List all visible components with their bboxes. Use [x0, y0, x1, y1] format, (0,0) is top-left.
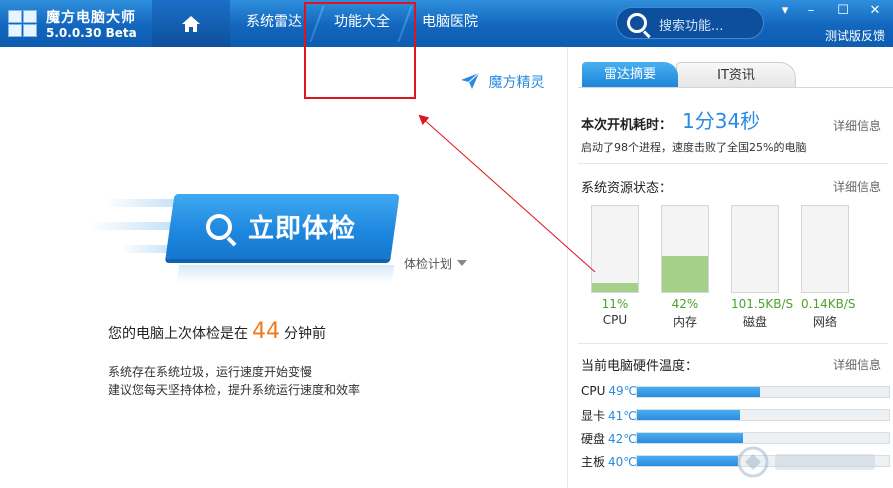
resource-name: 网络 [812, 315, 837, 329]
check-now-label: 立即体检 [248, 214, 357, 244]
resource-cpu: 11% CPU [591, 205, 639, 327]
last-check-prefix: 您的电脑上次体检是在 [108, 326, 248, 342]
temps-detail-link[interactable]: 详细信息 [833, 356, 881, 373]
highlight-box [304, 2, 416, 99]
boot-description: 启动了98个进程，速度击败了全国25%的电脑 [581, 141, 807, 154]
temp-bar-fill [637, 433, 743, 443]
divider [578, 163, 888, 164]
check-now-button[interactable]: 立即体检 [165, 194, 400, 259]
resource-bar-track [731, 205, 779, 293]
temp-bar-fill [637, 456, 738, 466]
radar-summary-panel: IT资讯 雷达摘要 本次开机耗时： 1分34秒 详细信息 启动了98个进程，速度… [567, 47, 893, 488]
resource-bar-track [591, 205, 639, 293]
resource-bar-fill [662, 255, 708, 292]
nav-home-button[interactable] [152, 0, 230, 47]
chevron-down-icon [457, 260, 468, 266]
resource-bar-track [801, 205, 849, 293]
temp-value: 40℃ [608, 455, 637, 469]
close-button[interactable]: ✕ [864, 2, 886, 20]
temp-name: 主板 [581, 455, 606, 469]
search-placeholder: 搜索功能... [659, 19, 724, 34]
check-plan-label: 体检计划 [404, 257, 453, 271]
app-name: 魔方电脑大师 [46, 10, 136, 26]
resource-value: 0.14KB/S [801, 297, 856, 311]
tab-system-radar[interactable]: 系统雷达 [234, 0, 314, 47]
temp-name: 显卡 [581, 409, 606, 423]
title-bar: 魔方电脑大师 5.0.0.30 Beta 系统雷达 功能大全 电脑医院 搜索功能… [0, 0, 893, 47]
temp-bar-fill [637, 387, 761, 397]
last-check-minutes: 44 [252, 319, 280, 344]
hint-text-2: 建议您每天坚持体检，提升系统运行速度和效率 [108, 383, 361, 397]
resource-network: 0.14KB/S 网络 [801, 205, 856, 330]
temp-gpu: 显卡 41℃ [581, 407, 893, 423]
magic-elf-link[interactable]: 魔方精灵 [460, 72, 544, 92]
resource-value: 101.5KB/S [731, 297, 794, 311]
resource-bar-fill [592, 282, 638, 292]
temp-name: 硬盘 [581, 432, 606, 446]
temp-bar-fill [637, 410, 741, 420]
magic-elf-label: 魔方精灵 [488, 75, 545, 91]
search-icon [206, 213, 232, 240]
temp-bar-track [636, 432, 890, 444]
temp-bar-track [636, 386, 890, 398]
boot-time-value: 1分34秒 [682, 109, 761, 133]
hint-text-1: 系统存在系统垃圾，运行速度开始变慢 [108, 365, 313, 379]
resource-memory: 42% 内存 [661, 205, 709, 330]
resource-name: CPU [602, 313, 628, 327]
resource-value: 42% [671, 297, 699, 311]
watermark-logo-icon [737, 446, 875, 478]
tab-radar-summary[interactable]: 雷达摘要 [582, 62, 678, 88]
menu-icon[interactable]: ▾ [774, 2, 796, 20]
boot-detail-link[interactable]: 详细信息 [833, 117, 881, 134]
paper-plane-icon [461, 72, 480, 89]
tab-pc-hospital[interactable]: 电脑医院 [410, 0, 490, 47]
resource-bar-track [661, 205, 709, 293]
tab-underline [578, 87, 893, 88]
app-logo-icon [6, 8, 40, 40]
temp-cpu: CPU 49℃ [581, 384, 893, 400]
resource-disk: 101.5KB/S 磁盘 [731, 205, 794, 330]
maximize-button[interactable]: ☐ [832, 2, 854, 20]
resource-name: 内存 [672, 315, 697, 329]
boot-time-title: 本次开机耗时： [581, 118, 673, 133]
temps-title: 当前电脑硬件温度： [581, 359, 699, 374]
tab-it-news[interactable]: IT资讯 [676, 62, 796, 88]
search-icon [627, 13, 647, 33]
temp-name: CPU [581, 384, 606, 398]
home-icon [182, 15, 200, 32]
feedback-link[interactable]: 测试版反馈 [825, 27, 885, 44]
last-check-suffix: 分钟前 [284, 326, 326, 342]
temp-value: 49℃ [608, 384, 638, 398]
main-panel: 魔方精灵 立即体检 体检计划 您的电脑上次体检是在 44 分钟前 系统存在系统垃圾，… [0, 47, 567, 488]
temp-value: 41℃ [608, 409, 637, 423]
app-version: 5.0.0.30 Beta [46, 26, 137, 40]
last-check-text: 您的电脑上次体检是在 44 分钟前 [108, 319, 326, 344]
resource-value: 11% [601, 297, 629, 311]
divider [578, 343, 888, 344]
resource-name: 磁盘 [742, 315, 767, 329]
resources-title: 系统资源状态： [581, 181, 673, 196]
temp-value: 42℃ [608, 432, 637, 446]
temp-bar-track [636, 409, 890, 421]
search-box[interactable]: 搜索功能... [616, 7, 764, 39]
resources-detail-link[interactable]: 详细信息 [833, 178, 881, 195]
button-reflection [176, 265, 395, 283]
check-plan-dropdown[interactable]: 体检计划 [404, 255, 468, 272]
minimize-button[interactable]: – [800, 2, 822, 20]
